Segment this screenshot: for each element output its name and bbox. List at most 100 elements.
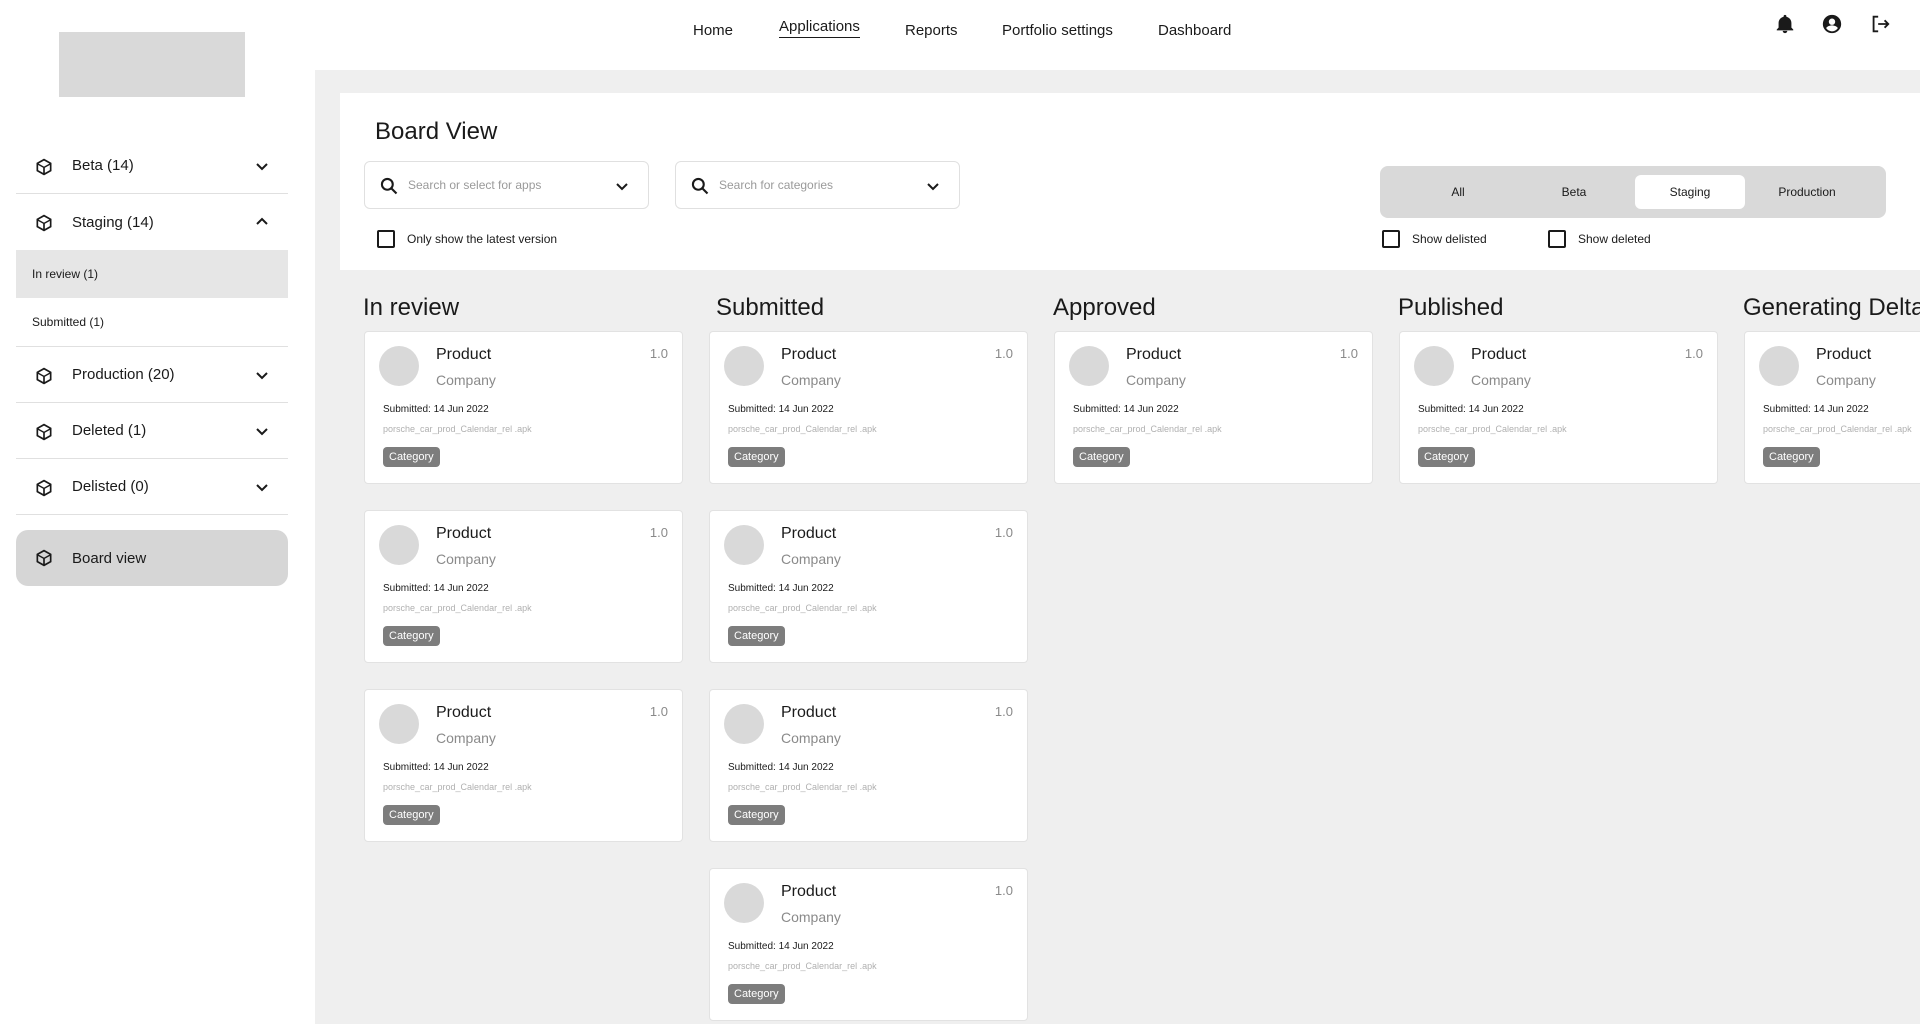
card-category-chip[interactable]: Category — [1418, 447, 1475, 467]
cube-icon — [36, 423, 52, 441]
nav-reports[interactable]: Reports — [905, 22, 958, 39]
show-delisted-checkbox[interactable]: Show delisted — [1382, 230, 1487, 248]
app-avatar — [724, 346, 764, 386]
card-product-name: Product — [436, 704, 492, 721]
chevron-down-icon[interactable] — [614, 178, 630, 194]
sidebar-item-label: Deleted (1) — [72, 422, 147, 439]
app-card[interactable]: ProductCompany1.0Submitted: 14 Jun 2022p… — [709, 510, 1028, 663]
search-icon — [380, 177, 398, 195]
chevron-down-icon — [256, 163, 268, 171]
show-deleted-checkbox[interactable]: Show deleted — [1548, 230, 1651, 248]
app-search-input[interactable]: Search or select for apps — [364, 161, 649, 209]
card-file-name: porsche_car_prod_Calendar_rel .apk — [383, 424, 532, 434]
card-file-name: porsche_car_prod_Calendar_rel .apk — [1418, 424, 1567, 434]
sidebar-item-label: Staging (14) — [72, 213, 154, 231]
card-category-chip[interactable]: Category — [728, 805, 785, 825]
card-version: 1.0 — [649, 704, 668, 719]
app-card[interactable]: ProductCompany1.0Submitted: 14 Jun 2022p… — [709, 868, 1028, 1021]
logout-icon[interactable] — [1869, 13, 1891, 35]
card-company-name: Company — [781, 372, 841, 388]
app-avatar — [724, 704, 764, 744]
card-file-name: porsche_car_prod_Calendar_rel .apk — [728, 424, 877, 434]
card-category-chip[interactable]: Category — [728, 447, 785, 467]
main-content: Board View Search or select for apps Sea… — [315, 70, 1920, 1024]
card-company-name: Company — [436, 551, 496, 567]
card-version: 1.0 — [994, 883, 1013, 898]
sidebar: Beta (14) Staging (14) In review (1) Sub… — [0, 0, 315, 1024]
card-submitted-date: Submitted: 14 Jun 2022 — [383, 583, 489, 594]
app-card[interactable]: ProductCompany1.0Submitted: 14 Jun 2022p… — [1399, 331, 1718, 484]
card-category-chip[interactable]: Category — [1763, 447, 1820, 467]
card-submitted-date: Submitted: 14 Jun 2022 — [728, 583, 834, 594]
card-category-chip[interactable]: Category — [1073, 447, 1130, 467]
app-avatar — [379, 346, 419, 386]
sidebar-item-beta[interactable]: Beta (14) — [16, 138, 288, 194]
card-category-chip[interactable]: Category — [728, 984, 785, 1004]
sidebar-item-delisted[interactable]: Delisted (0) — [16, 459, 288, 515]
app-search-placeholder: Search or select for apps — [408, 178, 542, 192]
segment-staging[interactable]: Staging — [1635, 175, 1745, 209]
cube-icon — [36, 549, 52, 567]
app-avatar — [379, 525, 419, 565]
cube-icon — [36, 158, 52, 176]
chevron-down-icon — [256, 428, 268, 436]
category-search-input[interactable]: Search for categories — [675, 161, 960, 209]
card-submitted-date: Submitted: 14 Jun 2022 — [1073, 404, 1179, 415]
sidebar-item-label: Delisted (0) — [72, 478, 149, 495]
cube-icon — [36, 214, 52, 232]
sidebar-item-staging[interactable]: Staging (14) — [16, 194, 288, 250]
card-category-chip[interactable]: Category — [383, 626, 440, 646]
account-circle-icon[interactable] — [1821, 13, 1843, 35]
sidebar-subitem-in-review[interactable]: In review (1) — [16, 250, 288, 298]
board-view-button[interactable]: Board view — [16, 530, 288, 586]
nav-home[interactable]: Home — [693, 22, 733, 39]
checkbox-box[interactable] — [1382, 230, 1400, 248]
category-search-placeholder: Search for categories — [719, 178, 834, 192]
app-card[interactable]: ProductCompany1.0Submitted: 14 Jun 2022p… — [364, 689, 683, 842]
nav-portfolio-settings[interactable]: Portfolio settings — [1002, 22, 1113, 39]
sidebar-item-production[interactable]: Production (20) — [16, 347, 288, 403]
card-submitted-date: Submitted: 14 Jun 2022 — [728, 941, 834, 952]
card-file-name: porsche_car_prod_Calendar_rel .apk — [728, 603, 877, 613]
filter-panel: Board View Search or select for apps Sea… — [340, 93, 1920, 270]
column-title-published: Published — [1398, 294, 1504, 321]
latest-version-checkbox[interactable]: Only show the latest version — [377, 230, 557, 248]
chevron-up-icon — [256, 217, 268, 225]
sidebar-subitem-submitted[interactable]: Submitted (1) — [16, 298, 288, 346]
app-card[interactable]: ProductCompany1.0Submitted: 14 Jun 2022p… — [364, 510, 683, 663]
app-card[interactable]: ProductCompany1.0Submitted: 14 Jun 2022p… — [709, 689, 1028, 842]
card-file-name: porsche_car_prod_Calendar_rel .apk — [383, 782, 532, 792]
card-version: 1.0 — [994, 525, 1013, 540]
app-card[interactable]: ProductCompany1.0Submitted: 14 Jun 2022p… — [1744, 331, 1920, 484]
card-company-name: Company — [781, 730, 841, 746]
nav-applications[interactable]: Applications — [779, 18, 860, 38]
card-company-name: Company — [1126, 372, 1186, 388]
column-title-approved: Approved — [1053, 294, 1156, 321]
app-card[interactable]: ProductCompany1.0Submitted: 14 Jun 2022p… — [364, 331, 683, 484]
sidebar-item-deleted[interactable]: Deleted (1) — [16, 403, 288, 459]
segment-production[interactable]: Production — [1752, 175, 1862, 209]
nav-dashboard[interactable]: Dashboard — [1158, 22, 1231, 39]
column-title-submitted: Submitted — [716, 294, 825, 321]
card-category-chip[interactable]: Category — [728, 626, 785, 646]
card-category-chip[interactable]: Category — [383, 447, 440, 467]
segment-beta[interactable]: Beta — [1519, 175, 1629, 209]
logo-placeholder — [59, 32, 245, 97]
card-file-name: porsche_car_prod_Calendar_rel .apk — [1073, 424, 1222, 434]
card-submitted-date: Submitted: 14 Jun 2022 — [728, 404, 834, 415]
checkbox-box[interactable] — [1548, 230, 1566, 248]
app-avatar — [379, 704, 419, 744]
card-file-name: porsche_car_prod_Calendar_rel .apk — [1763, 424, 1912, 434]
card-submitted-date: Submitted: 14 Jun 2022 — [383, 762, 489, 773]
sidebar-item-label: Beta (14) — [72, 157, 134, 174]
checkbox-label: Show delisted — [1412, 232, 1487, 246]
card-company-name: Company — [1471, 372, 1531, 388]
card-category-chip[interactable]: Category — [383, 805, 440, 825]
app-card[interactable]: ProductCompany1.0Submitted: 14 Jun 2022p… — [709, 331, 1028, 484]
segment-all[interactable]: All — [1403, 175, 1513, 209]
card-file-name: porsche_car_prod_Calendar_rel .apk — [383, 603, 532, 613]
checkbox-box[interactable] — [377, 230, 395, 248]
bell-icon[interactable] — [1774, 13, 1796, 35]
app-card[interactable]: ProductCompany1.0Submitted: 14 Jun 2022p… — [1054, 331, 1373, 484]
chevron-down-icon[interactable] — [925, 178, 941, 194]
